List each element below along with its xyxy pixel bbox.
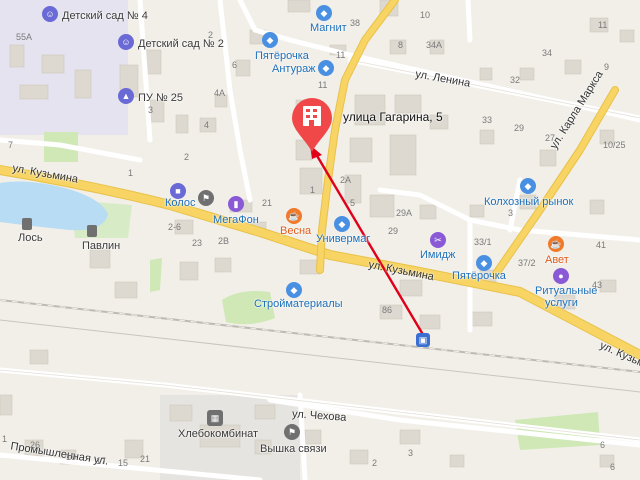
monument-icon[interactable] (87, 225, 97, 237)
house-number: 17 (96, 456, 107, 466)
house-number: 11 (318, 80, 328, 90)
house-number: 29А (396, 208, 413, 218)
poi-univermag[interactable]: Универмаг (316, 233, 370, 245)
shop-icon[interactable]: ◆ (262, 32, 278, 48)
house-number: 1 (310, 185, 316, 195)
house-number: 10 (420, 10, 431, 20)
house-number: 3 (408, 448, 414, 458)
shop-icon[interactable]: ◆ (520, 178, 536, 194)
poi-ritualnye[interactable]: Ритуальные (535, 285, 597, 297)
house-number: 2А (340, 175, 352, 185)
poi-ritualnye[interactable]: услуги (545, 297, 578, 309)
poi-megafon[interactable]: МегаФон (213, 214, 259, 226)
house-number: 55А (16, 32, 33, 42)
factory-icon[interactable]: ▦ (207, 410, 223, 426)
house-number: 6 (600, 440, 606, 450)
kindergarten-icon[interactable]: ☺ (118, 34, 134, 50)
poi-imidzh[interactable]: Имидж (420, 249, 455, 261)
poi-pyaterochka[interactable]: Пятёрочка (452, 270, 506, 282)
house-number: 29 (388, 226, 399, 236)
house-number: 21 (140, 454, 151, 464)
house-number: 8 (398, 40, 404, 50)
poi-vyshka-svyazi[interactable]: Вышка связи (260, 443, 327, 455)
shop-icon[interactable]: ◆ (316, 5, 332, 21)
school-icon[interactable]: ▲ (118, 88, 134, 104)
poi-kolkhozny-rynok[interactable]: Колхозный рынок (484, 196, 573, 208)
poi-pavlin[interactable]: Павлин (82, 240, 120, 252)
bus-stop-icon[interactable]: ▣ (416, 333, 430, 347)
house-number: 37/2 (518, 258, 536, 268)
poi-stroymaterialy[interactable]: Стройматериалы (254, 298, 343, 310)
house-number: 33/1 (474, 237, 492, 247)
house-number: 15 (118, 458, 129, 468)
cafe-icon[interactable]: ☕ (286, 208, 302, 224)
park-area (150, 258, 162, 292)
house-number: 86 (382, 305, 393, 315)
marker-title[interactable]: улица Гагарина, 5 (343, 110, 443, 124)
service-icon[interactable]: ● (553, 268, 569, 284)
post-icon[interactable]: ⚑ (198, 190, 214, 206)
phone-shop-icon[interactable]: ▮ (228, 196, 244, 212)
house-number: 29 (514, 123, 525, 133)
house-number: 43 (592, 280, 603, 290)
house-number: 26 (30, 440, 41, 450)
poi-khlebokombinat[interactable]: Хлебокомбинат (178, 428, 258, 440)
house-number: 19 (66, 452, 77, 462)
poi-los[interactable]: Лось (18, 232, 43, 244)
house-number: 10/25 (603, 140, 626, 150)
scissors-icon[interactable]: ✂ (430, 232, 446, 248)
house-number: 1 (128, 168, 134, 178)
house-number: 33 (482, 115, 493, 125)
poi-pu-25[interactable]: ПУ № 25 (138, 92, 183, 104)
house-number: 11 (598, 20, 608, 30)
house-number: 7 (8, 140, 14, 150)
house-number: 6 (232, 60, 238, 70)
map-view[interactable]: ул. Кузьмина ул. Кузьмина ул. Кузьми ул.… (0, 0, 640, 480)
house-number: 21 (262, 198, 273, 208)
house-number: 2В (218, 236, 230, 246)
house-number: 41 (596, 240, 607, 250)
poi-detsad-4[interactable]: Детский сад № 4 (62, 10, 148, 22)
shop-icon[interactable]: ◆ (334, 216, 350, 232)
house-number: 3 (148, 105, 154, 115)
house-number: 2 (208, 30, 214, 40)
shop-icon[interactable]: ◆ (318, 60, 334, 76)
house-number: 34А (426, 40, 443, 50)
house-number: 11 (336, 50, 346, 60)
poi-anturazh[interactable]: Антураж (272, 63, 316, 75)
house-number: 9 (604, 62, 610, 72)
house-number: 4 (204, 120, 210, 130)
cafe-icon[interactable]: ☕ (548, 236, 564, 252)
house-number: 32 (510, 75, 521, 85)
house-number: 1 (2, 434, 8, 444)
house-number: 2 (372, 458, 378, 468)
poi-avet[interactable]: Авет (545, 254, 569, 266)
house-number: 23 (192, 238, 203, 248)
house-number: 38 (350, 18, 361, 28)
house-number: 2-6 (168, 222, 182, 232)
poi-kolos[interactable]: Колос (165, 197, 195, 209)
kindergarten-icon[interactable]: ☺ (42, 6, 58, 22)
monument-icon[interactable] (22, 218, 32, 230)
house-number: 5 (350, 198, 356, 208)
shop-icon[interactable]: ◆ (286, 282, 302, 298)
tower-icon[interactable]: ⚑ (284, 424, 300, 440)
house-number: 3 (508, 208, 514, 218)
house-number: 6 (610, 462, 616, 472)
shop-icon[interactable]: ◆ (476, 255, 492, 271)
house-number: 4А (214, 88, 226, 98)
house-number: 2 (184, 152, 190, 162)
house-number: 27 (545, 133, 556, 143)
poi-magnit[interactable]: Магнит (310, 22, 347, 34)
house-number: 34 (542, 48, 553, 58)
poi-pyaterochka[interactable]: Пятёрочка (255, 50, 309, 62)
poi-vesna[interactable]: Весна (280, 225, 311, 237)
